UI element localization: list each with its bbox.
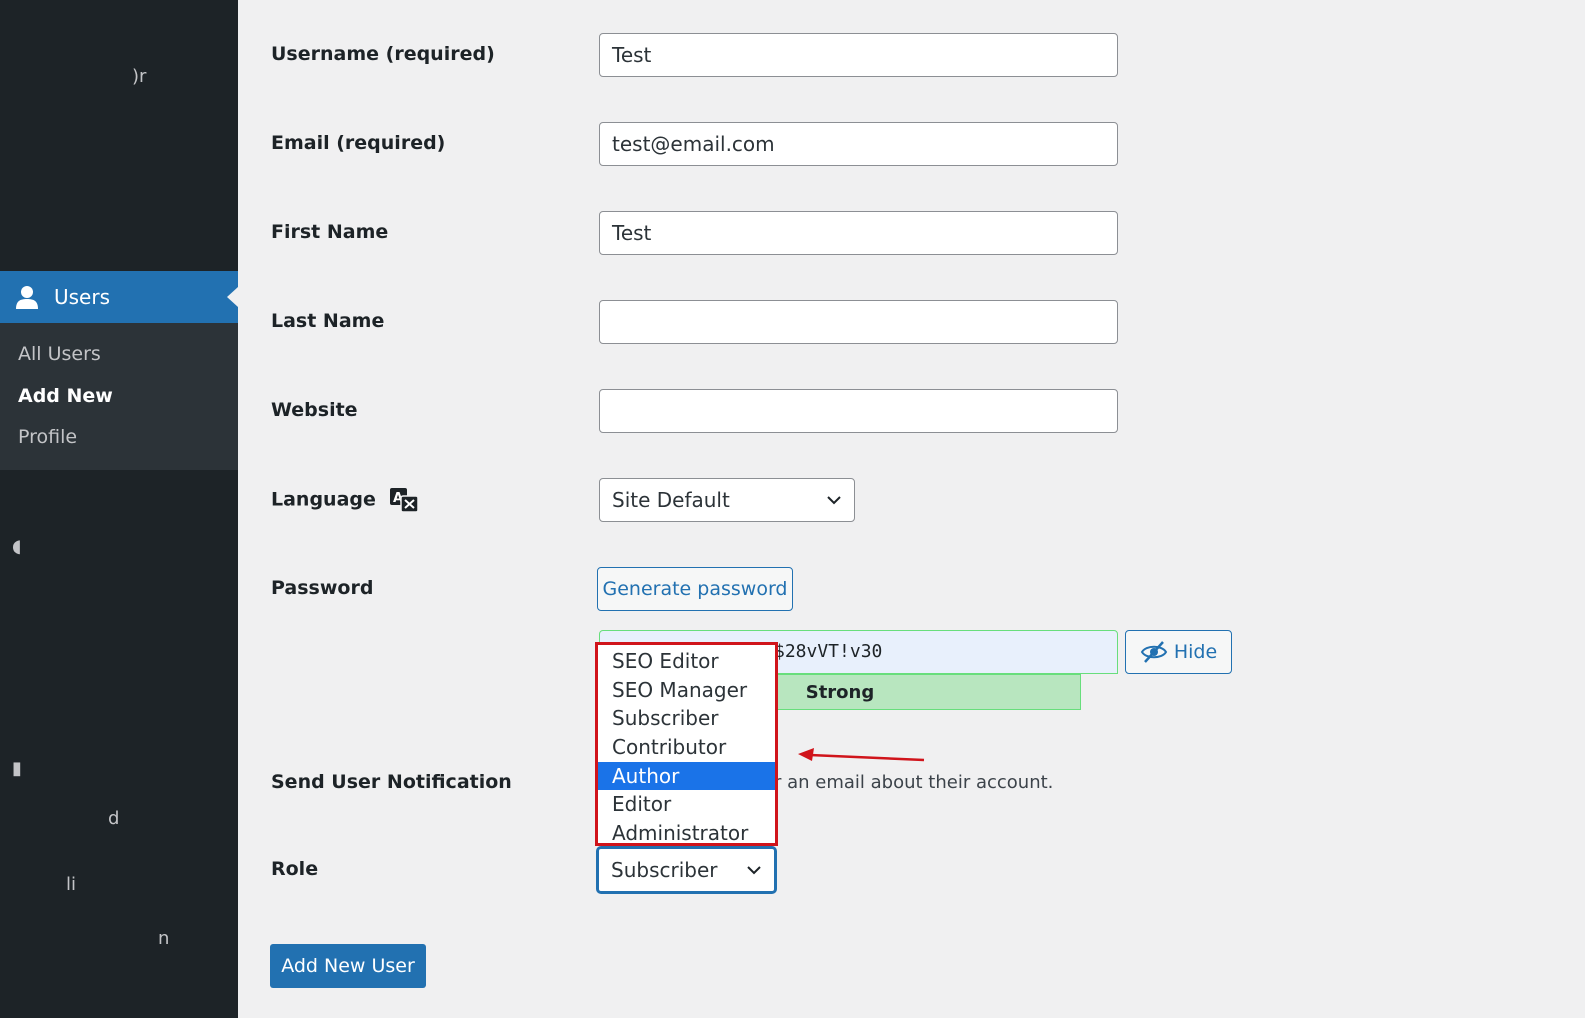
annotation-arrow-icon xyxy=(798,748,925,762)
sidebar-obscured-icon: ◖ xyxy=(12,536,22,557)
email-label: Email (required) xyxy=(271,132,446,154)
add-new-user-button[interactable]: Add New User xyxy=(270,944,426,988)
admin-sidebar: )r ◖ ▮ d li n Users All Users Add New Pr… xyxy=(0,0,238,1018)
sidebar-item-label: Users xyxy=(54,285,111,309)
username-label: Username (required) xyxy=(271,43,495,65)
chevron-down-icon xyxy=(827,496,841,505)
first-name-input[interactable]: Test xyxy=(599,211,1118,255)
role-option-seo-manager[interactable]: SEO Manager xyxy=(598,676,775,705)
password-label: Password xyxy=(271,577,374,599)
role-option-seo-editor[interactable]: SEO Editor xyxy=(598,647,775,676)
username-input[interactable]: Test xyxy=(599,33,1118,77)
send-notification-label: Send User Notification xyxy=(271,771,512,793)
user-icon xyxy=(16,286,38,309)
language-select[interactable]: Site Default xyxy=(599,478,855,522)
first-name-label: First Name xyxy=(271,221,389,243)
password-strength-text: Strong xyxy=(805,681,875,703)
hide-password-button[interactable]: Hide xyxy=(1125,630,1232,674)
language-label: Language xyxy=(271,488,376,511)
submenu-add-new[interactable]: Add New xyxy=(0,385,238,427)
role-option-contributor[interactable]: Contributor xyxy=(598,733,775,762)
last-name-label: Last Name xyxy=(271,310,385,332)
sidebar-obscured-icon: ▮ xyxy=(12,758,22,779)
send-notification-description: r an email about their account. xyxy=(774,772,1054,793)
role-option-author[interactable]: Author xyxy=(598,761,775,791)
sidebar-item-users[interactable]: Users xyxy=(0,271,238,323)
role-option-subscriber[interactable]: Subscriber xyxy=(598,704,775,733)
submenu-all-users[interactable]: All Users xyxy=(0,343,238,385)
translation-icon: A xyxy=(389,488,419,513)
submenu-profile[interactable]: Profile xyxy=(0,426,238,468)
role-label: Role xyxy=(271,858,319,880)
last-name-input[interactable] xyxy=(599,300,1118,344)
eye-slash-icon xyxy=(1140,641,1167,663)
email-input[interactable]: test@email.com xyxy=(599,122,1118,166)
users-submenu: All Users Add New Profile xyxy=(0,323,238,470)
sidebar-obscured-text: li xyxy=(66,874,77,895)
generate-password-button[interactable]: Generate password xyxy=(597,567,793,611)
sidebar-obscured-text: )r xyxy=(132,66,147,87)
role-select[interactable]: Subscriber xyxy=(597,847,776,893)
role-dropdown-list: SEO Editor SEO Manager Subscriber Contri… xyxy=(597,644,776,845)
website-input[interactable] xyxy=(599,389,1118,433)
chevron-down-icon xyxy=(747,866,761,875)
sidebar-obscured-text: n xyxy=(158,928,170,949)
role-option-editor[interactable]: Editor xyxy=(598,790,775,819)
hide-button-label: Hide xyxy=(1173,641,1218,663)
role-select-value: Subscriber xyxy=(611,858,718,882)
language-select-value: Site Default xyxy=(612,488,730,512)
website-label: Website xyxy=(271,399,358,421)
sidebar-obscured-text: d xyxy=(108,808,120,829)
current-menu-arrow xyxy=(227,287,238,307)
language-row-label: Language A xyxy=(271,487,419,513)
role-option-administrator[interactable]: Administrator xyxy=(598,819,775,848)
